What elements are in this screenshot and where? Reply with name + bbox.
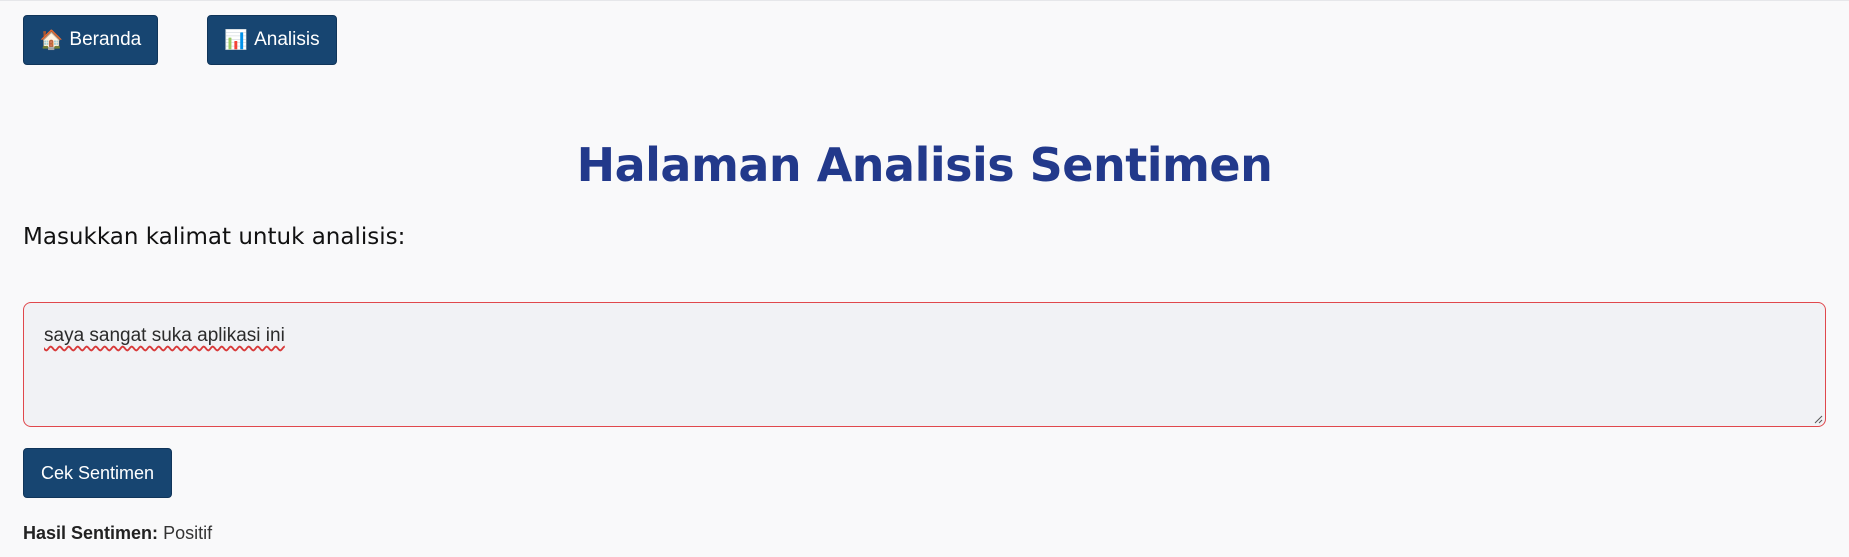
- home-button[interactable]: 🏠 Beranda: [23, 15, 158, 65]
- resize-handle-icon[interactable]: [1814, 415, 1823, 424]
- input-prompt-label: Masukkan kalimat untuk analisis:: [23, 224, 406, 250]
- sentiment-result: Hasil Sentimen: Positif: [23, 521, 212, 545]
- sentence-input[interactable]: saya sangat suka aplikasi ini: [23, 302, 1826, 427]
- bar-chart-icon: 📊: [224, 30, 249, 51]
- result-value: Positif: [163, 523, 213, 543]
- result-label: Hasil Sentimen:: [23, 523, 159, 543]
- home-button-label: Beranda: [69, 29, 142, 50]
- house-icon: 🏠: [39, 30, 64, 51]
- check-sentiment-button[interactable]: Cek Sentimen: [23, 448, 172, 498]
- page: 🏠 Beranda 📊 Analisis Halaman Analisis Se…: [0, 0, 1849, 557]
- analysis-button-label: Analisis: [254, 29, 320, 50]
- page-title: Halaman Analisis Sentimen: [576, 138, 1273, 192]
- analysis-button[interactable]: 📊 Analisis: [207, 15, 337, 65]
